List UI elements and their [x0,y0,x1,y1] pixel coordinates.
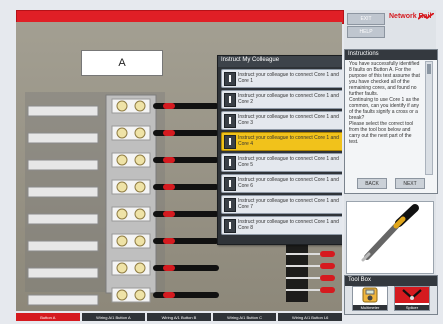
screwdriver-icon [347,202,433,273]
tool-label: Splicer [395,305,429,310]
splicer-tool[interactable]: Splicer [394,286,430,311]
menu-item-label: Instruct your colleague to connect Core … [238,156,339,168]
tool-label: Multimeter [353,305,387,310]
instruction-icon [224,198,236,212]
instruction-icon [224,72,236,86]
bottom-tabs: Button A Wiring A/1 Button A Wiring A/1 … [16,313,342,321]
menu-item-label: Instruct your colleague to connect Core … [238,114,339,126]
tool-box: Tool Box Multimeter Splicer [344,275,438,315]
toolbox-title: Tool Box [345,276,437,286]
instruction-icon [224,135,236,149]
menu-item-core-1-6[interactable]: Instruct your colleague to connect Core … [221,174,342,193]
menu-item-label: Instruct your colleague to connect Core … [238,72,339,84]
menu-item-label: Instruct your colleague to connect Core … [238,135,339,147]
tab-wiring-a1-button-c[interactable]: Wiring A/1 Button C [212,313,277,321]
instructions-panel: Instructions You have successfully ident… [344,49,438,194]
instructions-text: You have successfully identified 8 fault… [349,61,420,145]
splicer-icon [395,287,429,303]
instruction-icon [224,156,236,170]
instructions-scrollbar[interactable] [425,61,433,175]
menu-item-core-1-7[interactable]: Instruct your colleague to connect Core … [221,195,342,214]
menu-title: Instruct My Colleague [218,56,342,67]
instructions-title: Instructions [345,50,437,60]
menu-item-core-1-2[interactable]: Instruct your colleague to connect Core … [221,90,342,109]
instruction-icon [224,114,236,128]
help-button[interactable]: HELP [347,26,385,38]
instruction-icon [224,219,236,233]
instruction-icon [224,177,236,191]
work-area: A Instruct My Colleague Instruct your co… [16,22,342,311]
menu-item-core-1-1[interactable]: Instruct your colleague to connect Core … [221,69,342,88]
menu-item-core-1-8[interactable]: Instruct your colleague to connect Core … [221,216,342,235]
tab-wiring-a1-button-a[interactable]: Wiring A/1 Button A [81,313,146,321]
menu-item-label: Instruct your colleague to connect Core … [238,177,339,189]
instruction-icon [224,93,236,107]
logo-icon [418,13,434,20]
menu-item-core-1-3[interactable]: Instruct your colleague to connect Core … [221,111,342,130]
exit-button[interactable]: EXIT [347,13,385,25]
menu-item-core-1-4[interactable]: Instruct your colleague to connect Core … [221,132,342,151]
multimeter-icon [362,287,378,303]
back-button[interactable]: BACK [357,178,387,189]
instruct-colleague-menu: Instruct My Colleague Instruct your coll… [217,55,342,245]
tab-button-a[interactable]: Button A [16,313,80,321]
menu-item-label: Instruct your colleague to connect Core … [238,198,339,210]
selected-tool-preview [346,201,434,274]
menu-item-label: Instruct your colleague to connect Core … [238,219,339,231]
network-rail-logo: Network Rail [389,13,434,25]
tab-wiring-a1-button-l6[interactable]: Wiring A/1 Button L6 [278,313,342,321]
menu-item-core-1-5[interactable]: Instruct your colleague to connect Core … [221,153,342,172]
app-frame: A Instruct My Colleague Instruct your co… [0,0,443,324]
menu-item-label: Instruct your colleague to connect Core … [238,93,339,105]
tab-wiring-a1-button-b[interactable]: Wiring A/1 Button B [147,313,211,321]
multimeter-tool[interactable]: Multimeter [352,286,388,311]
next-button[interactable]: NEXT [395,178,425,189]
